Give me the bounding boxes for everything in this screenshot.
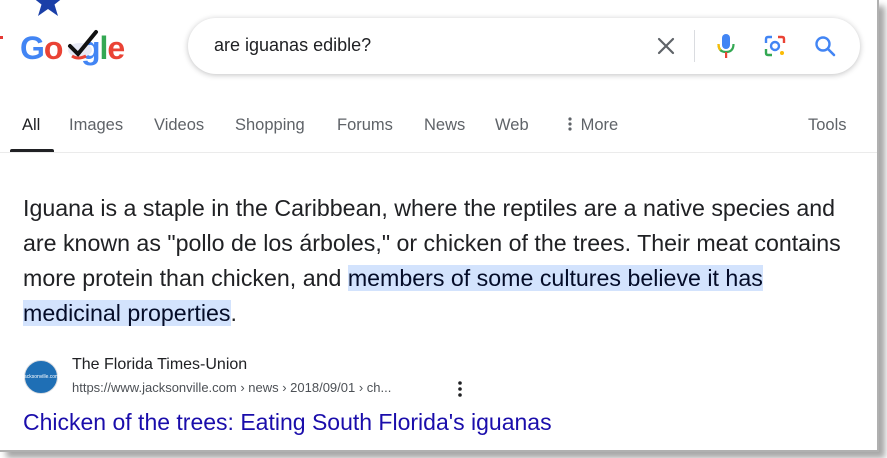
google-doodle-logo[interactable]: Google <box>18 0 138 80</box>
search-divider <box>694 30 695 62</box>
more-vert-icon[interactable] <box>452 380 468 398</box>
search-input[interactable]: are iguanas edible? <box>214 35 371 56</box>
tab-all[interactable]: All <box>22 116 40 135</box>
star-icon <box>35 0 61 16</box>
tab-more-label: More <box>580 116 619 134</box>
tab-images[interactable]: Images <box>69 116 123 135</box>
edge-mark <box>0 36 3 39</box>
tools-button[interactable]: Tools <box>808 116 847 135</box>
snippet-end: . <box>230 300 237 326</box>
lens-icon[interactable] <box>762 33 788 59</box>
search-box[interactable]: are iguanas edible? <box>188 18 860 74</box>
mic-icon[interactable] <box>714 32 738 60</box>
checkmark-icon <box>68 30 98 60</box>
result-title-link[interactable]: Chicken of the trees: Eating South Flori… <box>23 409 552 436</box>
tab-news[interactable]: News <box>424 116 465 135</box>
tab-web[interactable]: Web <box>495 116 529 135</box>
tabs-divider <box>0 152 877 153</box>
favicon-text: jacksonville.com <box>22 373 60 380</box>
tab-shopping[interactable]: Shopping <box>235 116 305 135</box>
source-name[interactable]: The Florida Times-Union <box>72 356 247 374</box>
page-frame: Google are iguanas edible? <box>0 0 879 452</box>
tab-more[interactable]: More <box>564 116 618 135</box>
search-icon[interactable] <box>812 33 838 59</box>
more-vert-icon <box>568 117 572 131</box>
site-favicon[interactable]: jacksonville.com <box>22 360 60 394</box>
tab-videos[interactable]: Videos <box>154 116 204 135</box>
clear-icon[interactable] <box>654 34 678 58</box>
search-tabs: All Images Videos Shopping Forums News W… <box>0 104 877 152</box>
tab-forums[interactable]: Forums <box>337 116 393 135</box>
source-url[interactable]: https://www.jacksonville.com › news › 20… <box>72 380 391 395</box>
featured-snippet-text: Iguana is a staple in the Caribbean, whe… <box>23 191 853 331</box>
